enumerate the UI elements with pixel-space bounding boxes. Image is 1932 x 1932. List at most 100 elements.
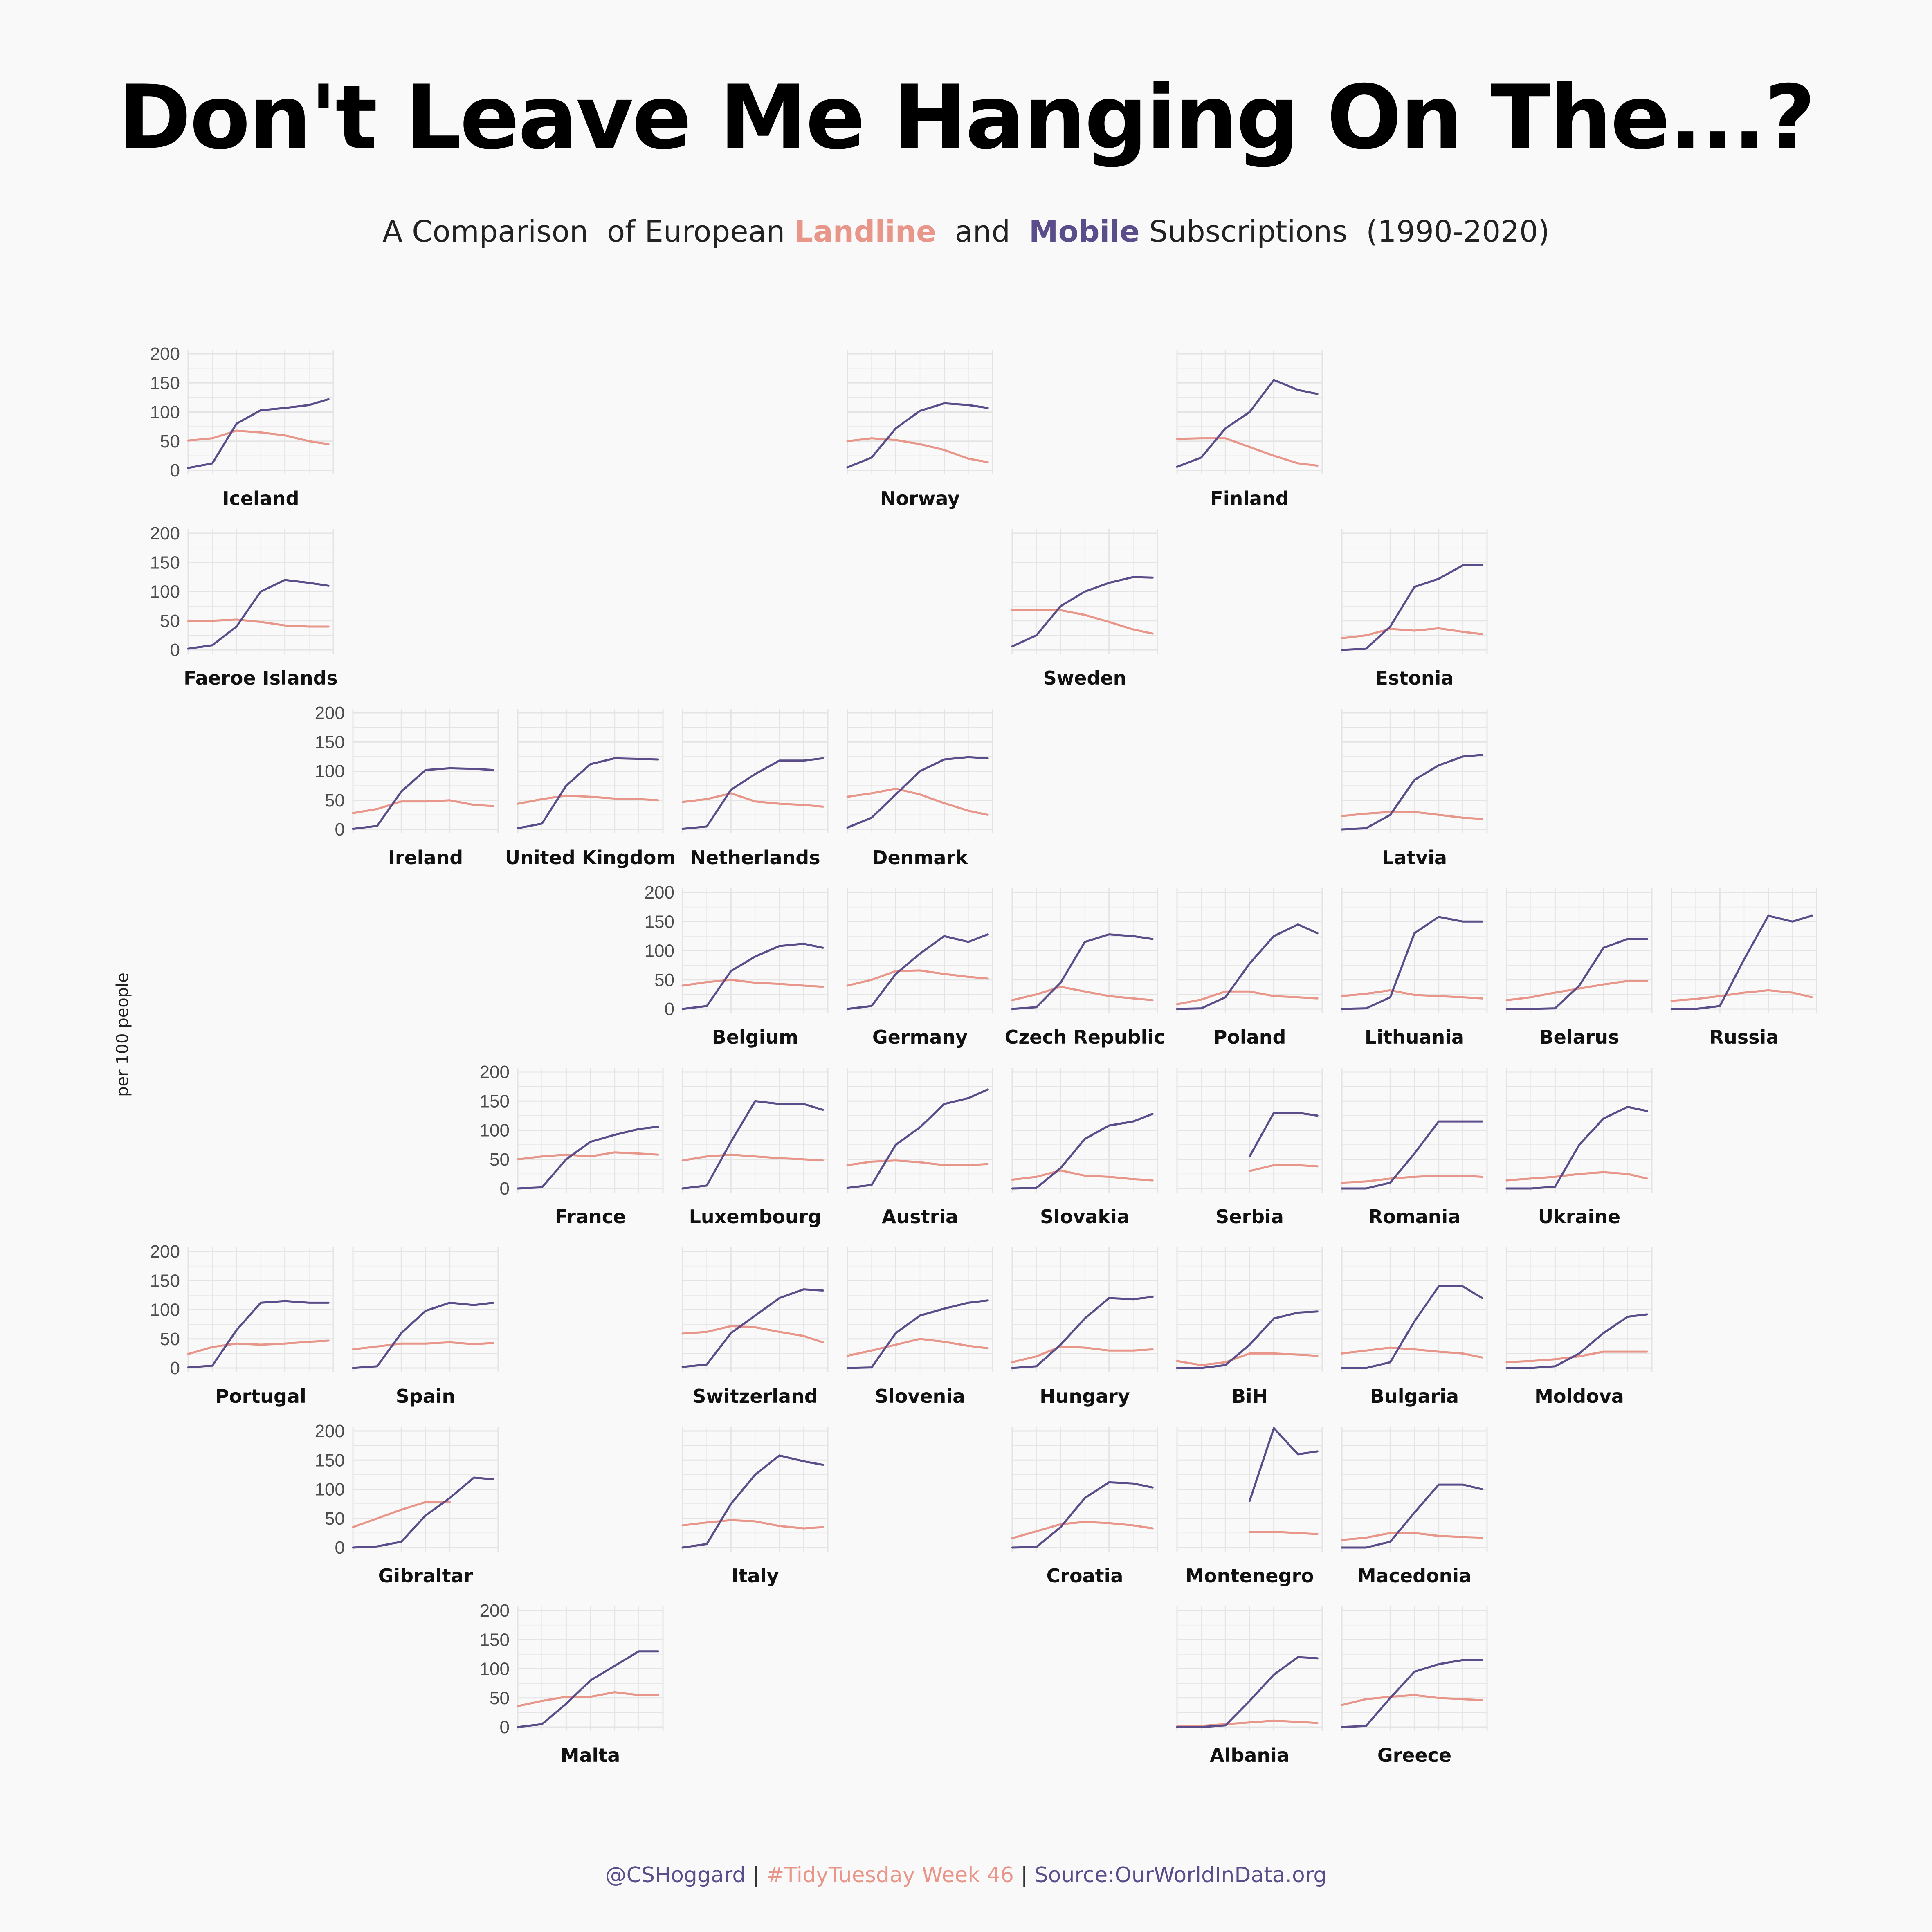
y-tick-label: 200 — [645, 883, 674, 903]
y-tick-label: 200 — [480, 1601, 510, 1621]
landline-line — [1341, 811, 1483, 820]
panel-label: Italy — [732, 1565, 779, 1587]
y-tick-label: 50 — [490, 1688, 510, 1708]
mobile-line — [187, 398, 330, 469]
panel-label: Macedonia — [1357, 1565, 1471, 1587]
landline-line — [187, 1339, 330, 1355]
mobile-line — [1341, 1285, 1483, 1369]
y-tick-label: 100 — [150, 582, 180, 602]
mobile-line — [187, 1300, 330, 1369]
landline-line — [1176, 990, 1319, 1006]
footer-separator-2: | — [1014, 1863, 1035, 1887]
panel-label: Norway — [880, 487, 960, 510]
mobile-line — [846, 1088, 989, 1189]
panel-russia: Russia — [1670, 888, 1817, 1048]
landline-line — [846, 969, 989, 987]
panel-label: Netherlands — [690, 847, 820, 869]
panel-label: Finland — [1210, 487, 1289, 510]
landline-line — [681, 979, 824, 988]
landline-line — [1176, 1352, 1319, 1366]
landline-line — [517, 1691, 659, 1707]
y-tick-label: 150 — [480, 1630, 510, 1650]
mobile-line — [187, 579, 330, 650]
panel-albania: Albania — [1176, 1606, 1323, 1766]
landline-line — [1341, 1175, 1483, 1184]
y-tick-label: 50 — [325, 791, 345, 811]
panel-label: Bulgaria — [1370, 1385, 1459, 1407]
panel-label: Austria — [882, 1206, 958, 1228]
landline-line — [1341, 1694, 1483, 1706]
footer-source: Source:OurWorldInData.org — [1034, 1863, 1327, 1887]
landline-line — [1341, 627, 1483, 639]
panel-bih: BiH — [1176, 1247, 1323, 1407]
panel-label: Moldova — [1534, 1385, 1624, 1407]
y-tick-label: 50 — [325, 1509, 345, 1529]
panel-united-kingdom: United Kingdom — [505, 709, 676, 869]
y-tick-label: 50 — [490, 1150, 510, 1170]
landline-line — [1176, 437, 1319, 467]
panel-label: Ireland — [388, 847, 463, 869]
panel-norway: Norway — [846, 350, 993, 510]
y-tick-label: 100 — [480, 1659, 510, 1679]
panel-label: Croatia — [1047, 1565, 1123, 1587]
panel-iceland: 0 50 100 150 200 Iceland — [150, 344, 334, 510]
panel-italy: Italy — [681, 1427, 829, 1587]
panel-slovakia: Slovakia — [1011, 1068, 1158, 1228]
y-tick-label: 50 — [160, 611, 180, 631]
landline-line — [352, 799, 494, 814]
mobile-line — [1670, 914, 1813, 1010]
mobile-line — [1011, 1481, 1154, 1549]
panel-czech-republic: Czech Republic — [1005, 888, 1165, 1048]
panel-ukraine: Ukraine — [1505, 1068, 1653, 1228]
mobile-line — [846, 1299, 989, 1369]
panel-slovenia: Slovenia — [846, 1247, 993, 1407]
landline-line — [1341, 1346, 1483, 1359]
facet-grid: 0 50 100 150 200 Iceland Norway Finland 0 50 100 15… — [150, 344, 1817, 1766]
panel-croatia: Croatia — [1011, 1427, 1158, 1587]
landline-line — [1011, 609, 1154, 635]
panel-sweden: Sweden — [1011, 529, 1158, 689]
landline-line — [1505, 980, 1648, 1002]
panel-latvia: Latvia — [1341, 709, 1488, 869]
y-tick-label: 100 — [150, 1300, 180, 1320]
mobile-line — [1505, 1313, 1648, 1369]
panel-label: Belarus — [1539, 1026, 1620, 1048]
y-tick-label: 0 — [500, 1179, 510, 1199]
panel-label: Malta — [561, 1744, 620, 1766]
mobile-line — [1011, 576, 1154, 647]
panel-spain: Spain — [352, 1247, 499, 1407]
landline-line — [681, 1325, 824, 1343]
panel-label: Lithuania — [1365, 1026, 1464, 1048]
panel-label: Russia — [1710, 1026, 1779, 1048]
panel-label: France — [555, 1206, 626, 1228]
panel-finland: Finland — [1176, 350, 1323, 510]
mobile-line — [1341, 1659, 1483, 1728]
y-tick-label: 100 — [315, 1480, 345, 1500]
panel-estonia: Estonia — [1341, 529, 1488, 689]
panel-label: Serbia — [1215, 1206, 1284, 1228]
landline-line — [1011, 1521, 1154, 1539]
panel-ireland: 0 50 100 150 200 Ireland — [315, 703, 499, 869]
panel-france: 0 50 100 150 200 France — [480, 1062, 664, 1228]
panel-serbia: Serbia — [1176, 1068, 1323, 1228]
panel-label: Romania — [1368, 1206, 1461, 1228]
y-tick-label: 50 — [654, 970, 674, 990]
panel-belarus: Belarus — [1505, 888, 1653, 1048]
panel-label: Albania — [1210, 1744, 1289, 1766]
panel-label: Slovakia — [1040, 1206, 1130, 1228]
panel-label: Germany — [872, 1026, 968, 1048]
panel-hungary: Hungary — [1011, 1247, 1158, 1407]
panel-portugal: 0 50 100 150 200 Portugal — [150, 1242, 334, 1407]
mobile-line — [517, 757, 659, 829]
panel-label: Portugal — [215, 1385, 306, 1407]
mobile-line — [681, 757, 824, 830]
panel-moldova: Moldova — [1505, 1247, 1653, 1407]
panel-malta: 0 50 100 150 200 Malta — [480, 1601, 664, 1766]
y-tick-label: 150 — [150, 1271, 180, 1291]
landline-line — [187, 429, 330, 445]
landline-line — [1670, 989, 1813, 1002]
mobile-line — [1249, 1427, 1319, 1502]
panel-label: Spain — [396, 1385, 456, 1407]
y-tick-label: 150 — [480, 1091, 510, 1111]
landline-line — [1505, 1171, 1648, 1182]
